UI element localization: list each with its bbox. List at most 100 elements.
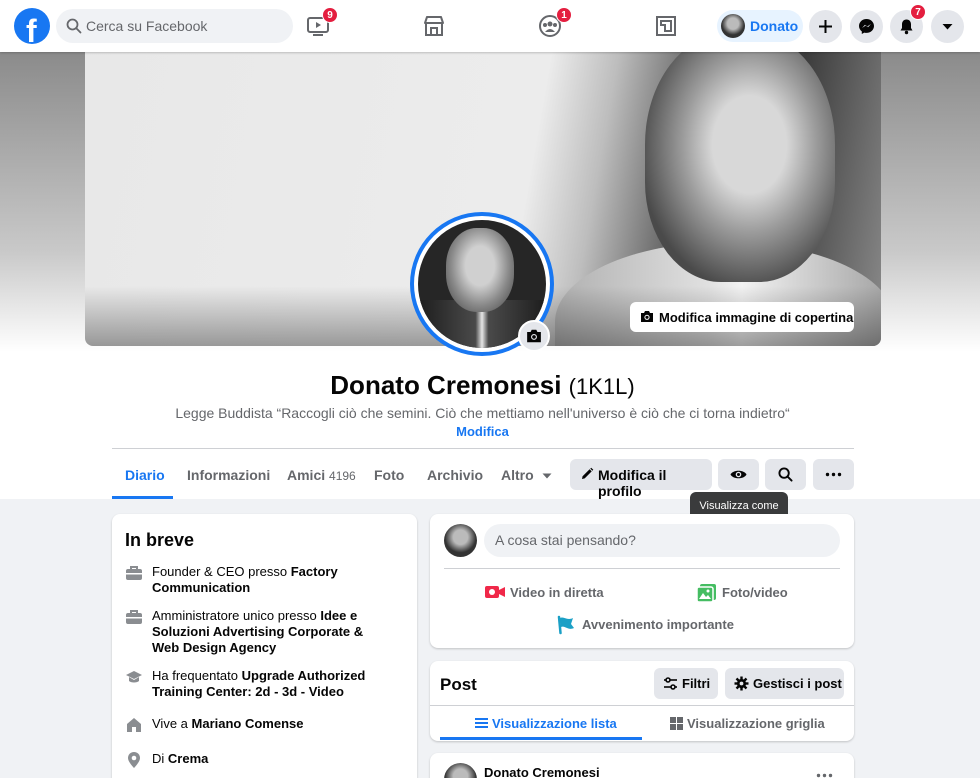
search-icon xyxy=(66,18,82,34)
facebook-f-icon: f xyxy=(26,13,37,49)
live-video-icon xyxy=(485,586,505,598)
tab-foto[interactable]: Foto xyxy=(374,467,404,483)
camera-icon xyxy=(527,329,541,343)
caret-down-icon xyxy=(942,24,953,30)
nav-tab-marketplace[interactable] xyxy=(404,0,464,52)
nav-tab-watch[interactable]: 9 xyxy=(288,0,348,52)
avatar xyxy=(721,14,745,38)
messenger-icon xyxy=(859,19,874,34)
list-icon xyxy=(475,718,488,728)
intro-item-link[interactable]: Mariano Comense xyxy=(192,716,304,731)
tab-altro-label: Altro xyxy=(501,467,534,483)
cover-photo-subject-face xyxy=(645,52,835,282)
post-author-name[interactable]: Donato Cremonesi xyxy=(484,765,600,778)
plus-icon xyxy=(819,20,832,33)
facebook-logo[interactable]: f xyxy=(14,8,50,49)
posts-divider xyxy=(430,705,854,706)
posts-header-card: Post Filtri Gestisci i post Visualizzazi… xyxy=(430,661,854,741)
tab-list-view[interactable]: Visualizzazione lista xyxy=(475,716,645,734)
tab-archivio[interactable]: Archivio xyxy=(427,467,483,483)
account-menu-button[interactable] xyxy=(931,10,964,43)
flag-icon xyxy=(557,615,574,635)
grid-icon xyxy=(670,717,683,730)
ellipsis-icon xyxy=(825,472,842,477)
live-video-label: Video in diretta xyxy=(510,585,604,600)
bell-icon xyxy=(900,19,913,35)
groups-badge: 1 xyxy=(556,7,572,23)
photo-video-button[interactable]: Foto/video xyxy=(696,584,806,603)
search-box[interactable] xyxy=(56,9,293,43)
avatar xyxy=(444,524,477,557)
edit-cover-photo-button[interactable]: Modifica immagine di copertina xyxy=(630,302,854,332)
edit-profile-picture-button[interactable] xyxy=(518,320,550,352)
graduation-cap-icon xyxy=(126,671,142,683)
tab-grid-view[interactable]: Visualizzazione griglia xyxy=(670,716,840,734)
active-tab-indicator xyxy=(112,496,173,499)
ellipsis-icon[interactable] xyxy=(816,773,833,778)
edit-bio-label[interactable]: Modifica xyxy=(456,424,509,439)
manage-posts-label: Gestisci i post xyxy=(753,676,842,691)
avatar[interactable] xyxy=(444,763,477,778)
edit-profile-button[interactable]: Modifica il profilo xyxy=(570,459,712,499)
edit-cover-photo-label: Modifica immagine di copertina xyxy=(659,310,854,325)
live-video-button[interactable]: Video in diretta xyxy=(484,585,614,603)
tab-amici[interactable]: Amici 4196 xyxy=(287,467,356,483)
top-navigation-bar: f 9 1 Donato 7 xyxy=(0,0,980,52)
list-view-label: Visualizzazione lista xyxy=(492,716,617,731)
tab-informazioni[interactable]: Informazioni xyxy=(187,467,270,483)
tab-amici-label: Amici xyxy=(287,467,326,483)
watch-badge: 9 xyxy=(322,7,338,23)
search-profile-button[interactable] xyxy=(765,459,806,490)
view-as-button[interactable] xyxy=(718,459,759,490)
create-button[interactable] xyxy=(809,10,842,43)
intro-item-prefix: Di xyxy=(152,751,168,766)
intro-title: In breve xyxy=(125,530,195,550)
profile-name-text: Donato Cremonesi xyxy=(330,370,562,400)
search-input[interactable] xyxy=(86,9,286,43)
posts-title: Post xyxy=(440,675,477,694)
profile-shortcut-name: Donato xyxy=(750,18,799,34)
manage-posts-button[interactable]: Gestisci i post xyxy=(725,668,844,699)
more-options-button[interactable] xyxy=(813,459,854,490)
life-event-button[interactable]: Avvenimento importante xyxy=(556,615,736,635)
camera-icon xyxy=(641,311,653,322)
intro-item-prefix: Amministratore unico presso xyxy=(152,608,321,623)
briefcase-icon xyxy=(126,610,142,624)
marketplace-icon xyxy=(424,16,444,36)
life-event-label: Avvenimento importante xyxy=(582,617,734,632)
intro-item-link[interactable]: Crema xyxy=(168,751,208,766)
location-pin-icon xyxy=(128,752,140,768)
tab-altro[interactable]: Altro xyxy=(501,467,553,483)
intro-item-prefix: Vive a xyxy=(152,716,192,731)
nav-tab-groups[interactable]: 1 xyxy=(520,0,580,52)
feed-post: Donato Cremonesi xyxy=(430,753,854,778)
profile-bio: Legge Buddista “Raccogli ciò che semini.… xyxy=(175,405,790,421)
composer-input[interactable]: A cosa stai pensando? xyxy=(484,524,840,557)
search-icon xyxy=(778,467,793,482)
messenger-button[interactable] xyxy=(850,10,883,43)
profile-name: Donato Cremonesi (1K1L) xyxy=(0,370,965,401)
profile-shortcut[interactable]: Donato xyxy=(717,10,803,42)
nav-tab-gaming[interactable] xyxy=(636,0,696,52)
photo-icon xyxy=(696,584,716,603)
eye-icon xyxy=(730,470,747,479)
photo-video-label: Foto/video xyxy=(722,585,788,600)
briefcase-icon xyxy=(126,566,142,580)
filters-label: Filtri xyxy=(682,676,711,691)
friends-count: 4196 xyxy=(329,469,356,483)
gaming-icon xyxy=(656,16,676,36)
pencil-icon xyxy=(582,467,594,479)
grid-view-label: Visualizzazione griglia xyxy=(687,716,825,731)
profile-picture-face xyxy=(446,228,514,312)
sliders-icon xyxy=(664,677,677,690)
notifications-button[interactable]: 7 xyxy=(890,4,926,43)
edit-bio-link[interactable]: Modifica xyxy=(0,424,965,439)
tab-diario[interactable]: Diario xyxy=(125,467,165,483)
composer-divider xyxy=(444,568,840,569)
active-view-indicator xyxy=(440,737,642,740)
post-composer: A cosa stai pensando? Video in diretta F… xyxy=(430,514,854,648)
gear-icon xyxy=(734,676,749,691)
header-divider xyxy=(112,448,854,449)
filters-button[interactable]: Filtri xyxy=(654,668,718,699)
intro-item-prefix: Ha frequentato xyxy=(152,668,242,683)
